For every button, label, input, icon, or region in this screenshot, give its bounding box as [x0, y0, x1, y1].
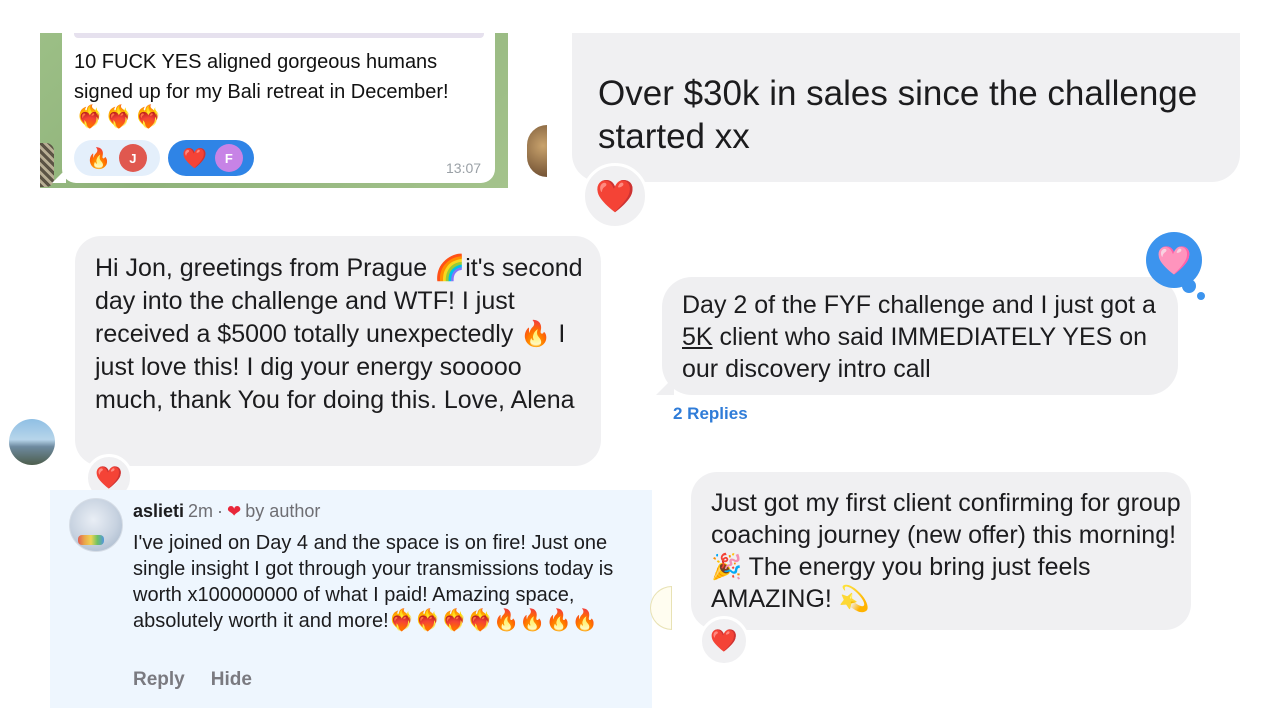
- reply-button[interactable]: Reply: [133, 669, 185, 691]
- coaching-message-text: Just got my first client confirming for …: [711, 489, 1181, 613]
- comment-actions: Reply Hide: [133, 669, 252, 691]
- comment-time: 2m: [188, 501, 214, 521]
- fire-emoji-icon: 🔥: [520, 320, 552, 348]
- fire-emoji-icon: 🔥: [86, 147, 111, 170]
- prague-message-text: Hi Jon, greetings from Prague 🌈it's seco…: [95, 254, 583, 414]
- rainbow-emoji-icon: 🌈: [434, 254, 466, 282]
- telegram-sender-avatar[interactable]: [40, 143, 54, 187]
- comment-text: I've joined on Day 4 and the space is on…: [133, 532, 614, 632]
- heart-reaction-icon[interactable]: ❤️: [582, 163, 648, 229]
- comment-header: aslieti 2m · ❤ by author: [133, 501, 320, 522]
- telegram-message-emojis: ❤️‍🔥❤️‍🔥❤️‍🔥: [76, 104, 165, 129]
- heart-reaction-icon[interactable]: ❤️: [699, 616, 749, 666]
- party-popper-emoji-icon: 🎉: [711, 553, 743, 581]
- reaction-user-avatar: F: [214, 144, 243, 172]
- telegram-reaction-fire[interactable]: 🔥 J: [74, 140, 160, 176]
- reaction-user-avatar: J: [118, 144, 147, 172]
- dizzy-emoji-icon: 💫: [838, 585, 870, 613]
- separator-dot: ·: [217, 501, 224, 521]
- telegram-reaction-heart[interactable]: ❤️ F: [168, 140, 254, 176]
- thought-bubble-dot: [1182, 279, 1196, 293]
- avatar[interactable]: [69, 498, 123, 552]
- replies-link[interactable]: 2 Replies: [673, 404, 748, 424]
- hide-button[interactable]: Hide: [211, 669, 252, 691]
- prague-sender-avatar[interactable]: [9, 419, 55, 465]
- fyf-message-text: Day 2 of the FYF challenge and I just go…: [682, 291, 1156, 383]
- pink-heart-thought-icon[interactable]: 🩷: [1146, 232, 1202, 288]
- heart-icon: ❤: [227, 501, 242, 521]
- telegram-message-text: 10 FUCK YES aligned gorgeous humans sign…: [74, 51, 449, 103]
- by-author-label: by author: [245, 501, 321, 521]
- heart-emoji-icon: ❤️: [182, 147, 207, 170]
- telegram-message-time: 13:07: [446, 160, 482, 176]
- sales-message-text: Over $30k in sales since the challenge s…: [598, 74, 1198, 156]
- telegram-reply-bar: [74, 33, 484, 38]
- comment-emojis: ❤️‍🔥❤️‍🔥❤️‍🔥❤️‍🔥🔥🔥🔥🔥: [388, 609, 598, 632]
- comment-username[interactable]: aslieti: [133, 501, 184, 522]
- sales-sender-avatar[interactable]: [527, 125, 547, 177]
- coaching-sender-avatar[interactable]: [650, 586, 672, 630]
- thought-bubble-dot: [1197, 292, 1205, 300]
